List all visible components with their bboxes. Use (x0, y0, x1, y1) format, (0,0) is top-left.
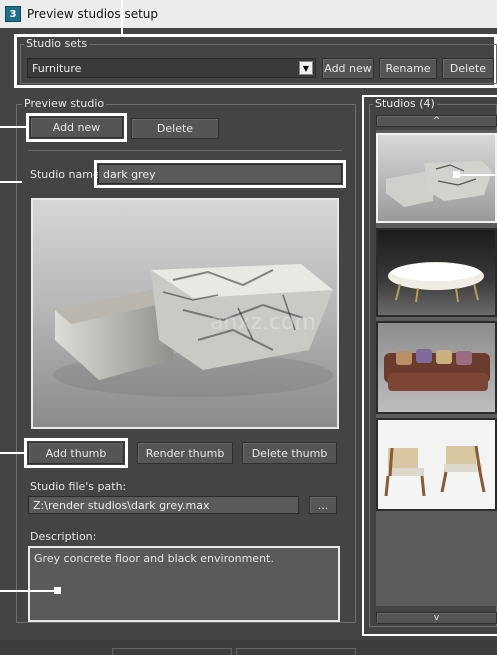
scroll-up-button[interactable]: ^ (376, 115, 497, 127)
brown-sofa-thumbnail-icon (384, 349, 490, 391)
studio-set-selected-value: Furniture (32, 61, 82, 75)
add-thumb-button[interactable]: Add thumb (28, 442, 124, 464)
app-icon: 3 (5, 6, 21, 22)
preview-studio-label: Preview studio (22, 97, 107, 110)
scroll-down-button[interactable]: v (376, 612, 497, 624)
callout-line (457, 174, 497, 176)
callout-line (0, 590, 58, 592)
studios-label: Studios (4) (373, 97, 437, 110)
studio-set-delete-button[interactable]: Delete (442, 58, 494, 79)
cancel-button-partial[interactable] (236, 648, 356, 655)
file-path-field[interactable]: Z:\render studios\dark grey.max (28, 496, 299, 514)
description-textarea[interactable]: Grey concrete floor and black environmen… (28, 546, 340, 622)
callout-line (0, 126, 26, 128)
description-value: Grey concrete floor and black environmen… (34, 552, 274, 565)
marble-table-thumbnail-icon (386, 161, 492, 207)
studio-sets-label: Studio sets (24, 37, 90, 50)
divider (28, 150, 342, 151)
studio-thumbnail[interactable] (376, 418, 497, 511)
ok-button-partial[interactable] (112, 648, 232, 655)
file-path-value: Z:\render studios\dark grey.max (33, 498, 210, 512)
studio-name-value: dark grey (103, 167, 156, 181)
studio-thumbnail[interactable] (376, 228, 497, 317)
studio-set-add-new-button[interactable]: Add new (322, 58, 374, 79)
studio-thumbnail[interactable] (376, 133, 497, 223)
render-thumb-button[interactable]: Render thumb (137, 442, 233, 464)
callout-dot (453, 171, 460, 178)
callout-line (362, 634, 497, 636)
add-studio-button[interactable]: Add new (30, 117, 123, 138)
studio-name-field[interactable]: dark grey (98, 164, 342, 184)
armchairs-thumbnail-icon (384, 445, 486, 497)
delete-studio-button[interactable]: Delete (131, 118, 219, 139)
studio-thumbnail[interactable] (376, 321, 497, 414)
studio-name-label: Studio name: (30, 168, 104, 181)
callout-line (121, 0, 123, 34)
file-path-label: Studio file's path: (30, 480, 127, 493)
chevron-down-icon[interactable]: ▼ (299, 61, 313, 75)
callout-dot (54, 587, 61, 594)
callout-line (0, 452, 24, 454)
window-title: Preview studios setup (27, 7, 159, 21)
studio-set-rename-button[interactable]: Rename (379, 58, 437, 79)
description-label: Description: (30, 530, 97, 543)
title-bar: 3 Preview studios setup (0, 0, 497, 28)
studio-set-select[interactable]: Furniture (27, 58, 316, 78)
watermark-text: anxz.com (210, 310, 316, 335)
browse-button[interactable]: ... (309, 496, 337, 514)
white-bench-thumbnail-icon (388, 262, 484, 303)
callout-line (362, 95, 364, 636)
delete-thumb-button[interactable]: Delete thumb (242, 442, 337, 464)
callout-line (0, 181, 22, 183)
